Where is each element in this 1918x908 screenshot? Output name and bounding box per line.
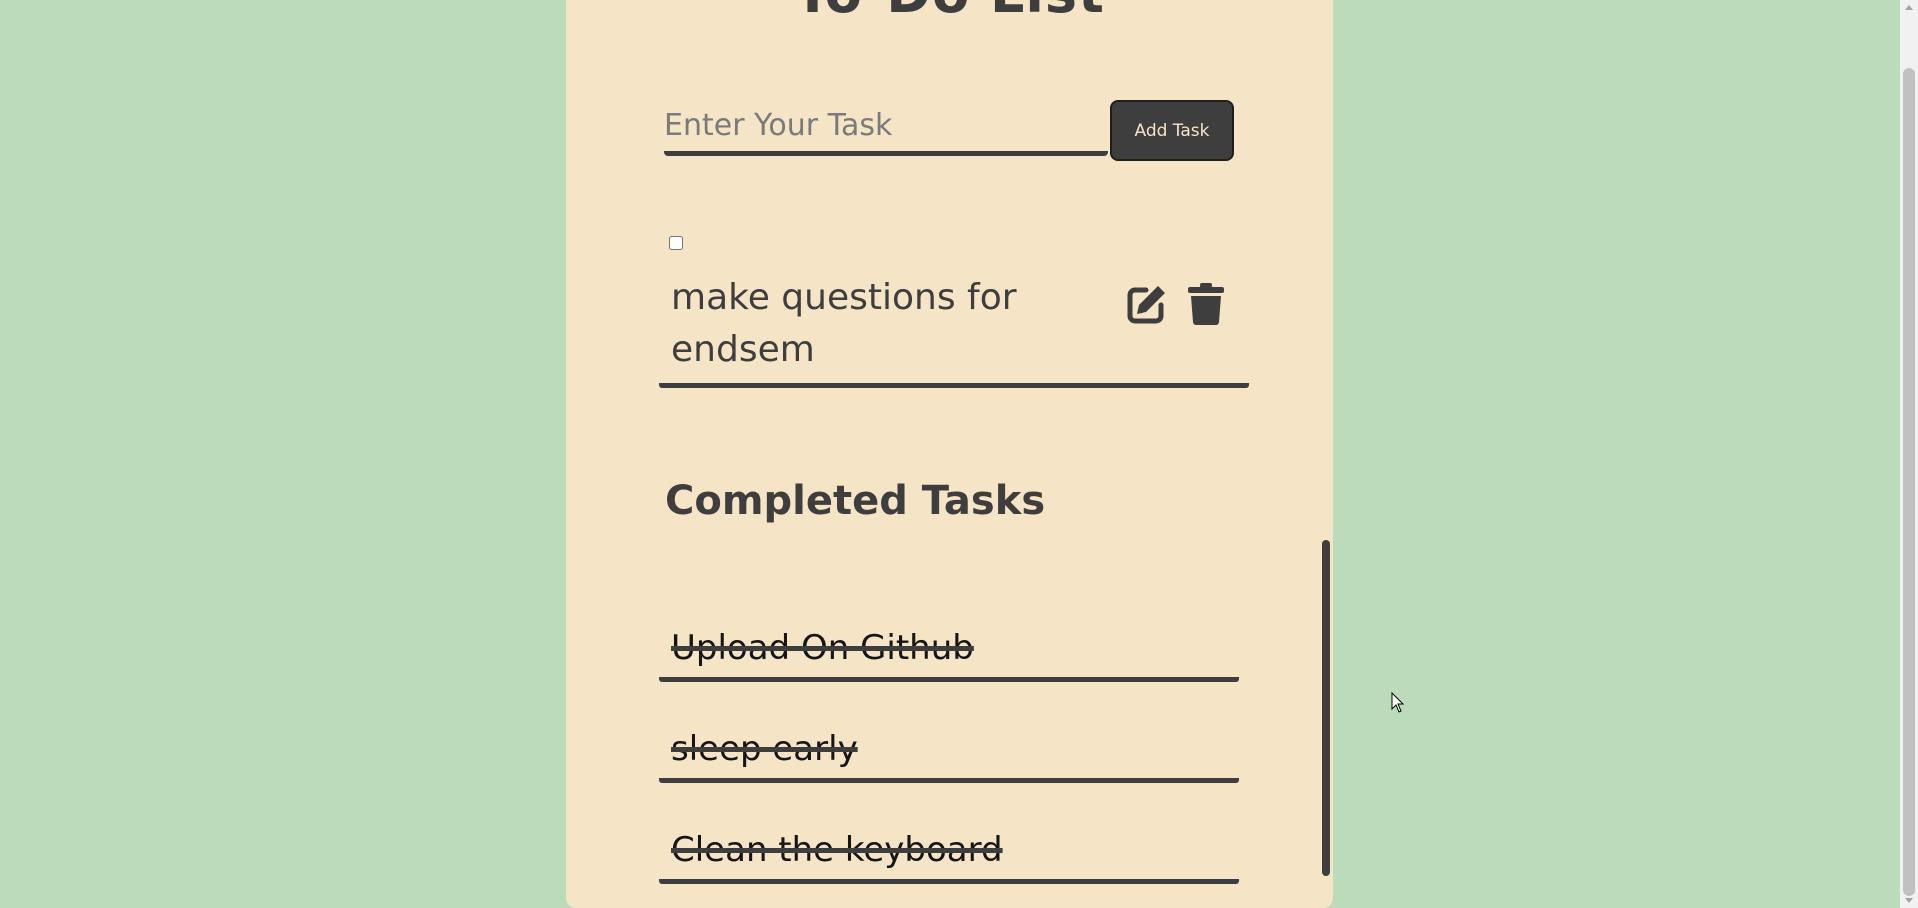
- card-scrollbar-thumb[interactable]: [1322, 540, 1330, 876]
- todo-card: To-Do List Add Task make questions for e…: [566, 0, 1333, 908]
- completed-section-title: Completed Tasks: [665, 478, 1046, 524]
- app-title: To-Do List: [566, 0, 1333, 25]
- add-task-button[interactable]: Add Task: [1110, 100, 1234, 161]
- trash-icon: [1188, 283, 1224, 325]
- page: To-Do List Add Task make questions for e…: [0, 0, 1918, 908]
- todo-item: make questions for endsem: [659, 228, 1249, 388]
- completed-task-item: Clean the keyboard: [659, 822, 1239, 884]
- completed-task-text: sleep early: [671, 729, 858, 769]
- page-scrollbar-thumb[interactable]: [1903, 68, 1915, 896]
- completed-task-item: Upload On Github: [659, 620, 1239, 682]
- mouse-cursor-icon: [1391, 692, 1405, 713]
- completed-task-text: Upload On Github: [671, 628, 974, 668]
- edit-button[interactable]: [1124, 283, 1168, 327]
- completed-task-item: sleep early: [659, 721, 1239, 783]
- task-text: make questions for endsem: [671, 277, 1017, 370]
- page-scrollbar[interactable]: [1900, 0, 1918, 908]
- edit-icon: [1127, 286, 1165, 324]
- task-input[interactable]: [664, 100, 1108, 156]
- completed-task-text: Clean the keyboard: [671, 830, 1003, 870]
- task-checkbox[interactable]: [669, 236, 683, 250]
- delete-button[interactable]: [1184, 283, 1228, 327]
- scroll-up-icon[interactable]: [1905, 5, 1913, 10]
- scroll-down-icon[interactable]: [1905, 898, 1913, 903]
